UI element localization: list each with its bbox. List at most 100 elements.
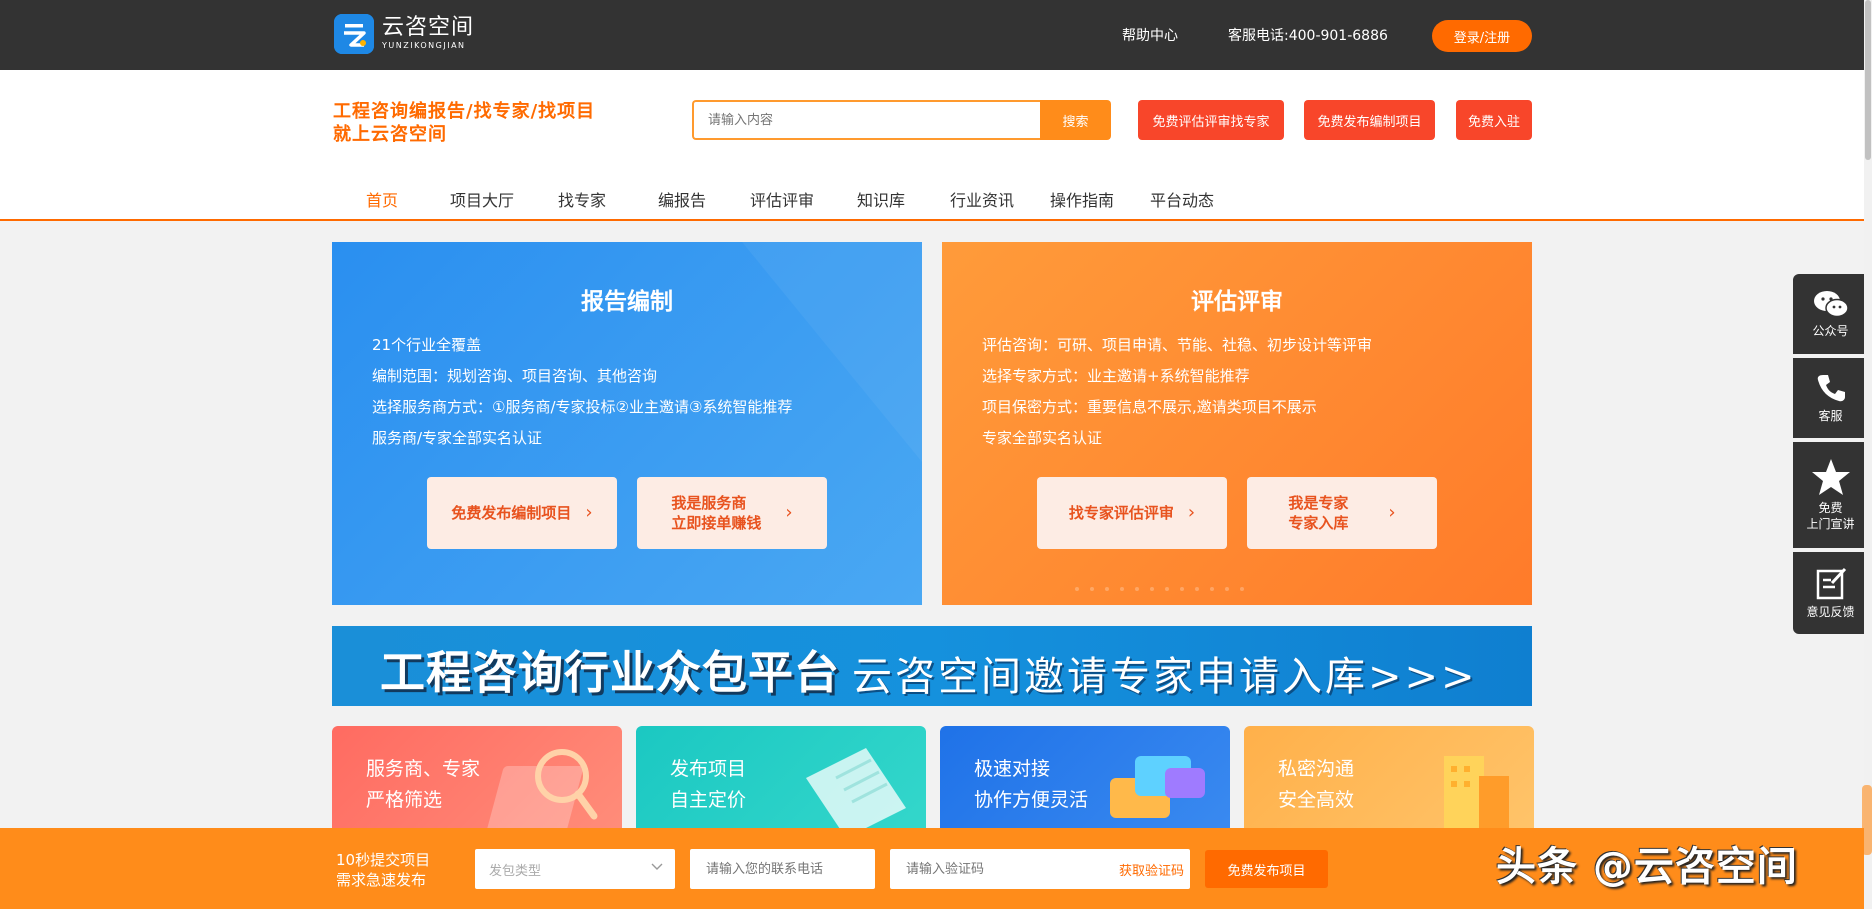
report-card-title: 报告编制 [581, 289, 673, 315]
magnifier-icon [486, 749, 598, 836]
wechat-icon [1813, 291, 1849, 318]
building-icon [1444, 756, 1509, 836]
chevron-down-icon [651, 861, 663, 877]
logo-icon [334, 14, 374, 54]
nav-home[interactable]: 首页 [366, 187, 398, 211]
feature-tile-pricing[interactable]: 发布项目 自主定价 [636, 726, 926, 836]
package-type-placeholder: 发包类型 [489, 863, 542, 879]
provider-join-line2: 立即接单赚钱 [671, 514, 762, 532]
chat-bubbles-icon [1110, 756, 1205, 818]
edit-note-icon [1816, 567, 1846, 600]
slogan-line-2: 就上云咨空间 [333, 124, 447, 145]
service-phone: 客服电话:400-901-6886 [1228, 28, 1388, 44]
find-expert-review-button[interactable]: 找专家评估评审 › [1037, 477, 1227, 549]
help-center-link[interactable]: 帮助中心 [1122, 25, 1178, 45]
chevron-right-icon: › [1388, 502, 1396, 523]
tile-line: 极速对接 [974, 758, 1051, 780]
tile-line: 安全高效 [1278, 789, 1355, 811]
nav-write-report[interactable]: 编报告 [658, 187, 706, 211]
search-box [692, 100, 1042, 140]
banner-invite-text: 云咨空间邀请专家申请入库>>> [852, 654, 1478, 700]
publish-report-button[interactable]: 免费发布编制项目 › [427, 477, 617, 549]
provider-join-line1: 我是服务商 [671, 494, 747, 512]
top-bar: 云咨空间 YUNZIKONGJIAN 帮助中心 客服电话:400-901-688… [0, 0, 1872, 70]
sidebar-feedback-label: 意见反馈 [1806, 605, 1855, 619]
tile-line: 发布项目 [670, 758, 747, 780]
expert-join-line2: 专家入库 [1288, 514, 1349, 532]
nav-platform-news[interactable]: 平台动态 [1150, 187, 1214, 211]
report-card: 报告编制 21个行业全覆盖 编制范围：规划咨询、项目咨询、其他咨询 选择服务商方… [332, 242, 922, 605]
report-card-line: 服务商/专家全部实名认证 [372, 429, 543, 447]
login-register-button[interactable]: 登录/注册 [1432, 20, 1532, 52]
sidebar-feedback[interactable]: 意见反馈 [1793, 552, 1868, 634]
chevron-right-icon: › [1187, 502, 1196, 523]
nav-project-hall[interactable]: 项目大厅 [450, 187, 514, 211]
logo-subtitle: YUNZIKONGJIAN [382, 41, 466, 50]
feature-tile-security[interactable]: 私密沟通 安全高效 [1244, 726, 1534, 836]
quick-publish-text: 10秒提交项目 需求急速发布 [336, 850, 430, 890]
package-type-select[interactable]: 发包类型 [475, 849, 675, 889]
get-code-button[interactable]: 获取验证码 [1119, 860, 1184, 879]
document-icon [806, 748, 906, 836]
scrollbar-thumb[interactable] [1865, 0, 1871, 160]
sidebar-service-label: 客服 [1818, 409, 1843, 423]
phone-input[interactable] [704, 860, 875, 878]
dots-decoration [1075, 587, 1244, 591]
review-card: 评估评审 评估咨询：可研、项目申请、节能、社稳、初步设计等评审 选择专家方式：业… [942, 242, 1532, 605]
star-icon [1811, 459, 1850, 495]
logo[interactable]: 云咨空间 YUNZIKONGJIAN [334, 14, 474, 54]
publish-report-label: 免费发布编制项目 [451, 504, 572, 522]
chevron-right-icon: › [785, 502, 793, 523]
nav-industry-news[interactable]: 行业资讯 [950, 187, 1014, 211]
watermark: 头条 @云咨空间 [1496, 844, 1798, 890]
tile-line: 严格筛选 [366, 789, 443, 811]
nav-guide[interactable]: 操作指南 [1050, 187, 1114, 211]
report-card-line: 选择服务商方式：①服务商/专家投标②业主邀请③系统智能推荐 [372, 398, 793, 416]
review-card-line: 选择专家方式：业主邀请+系统智能推荐 [982, 367, 1250, 385]
review-card-line: 专家全部实名认证 [982, 429, 1103, 447]
sidebar-free-lecture[interactable]: 免费 上门宣讲 [1793, 442, 1868, 548]
phone-field[interactable] [690, 849, 875, 889]
tile-line: 协作方便灵活 [974, 789, 1089, 811]
phone-icon [1817, 375, 1845, 402]
logo-name: 云咨空间 [382, 15, 475, 40]
free-join-button[interactable]: 免费入驻 [1456, 100, 1532, 140]
chevron-right-icon: › [585, 502, 593, 523]
sidebar-customer-service[interactable]: 客服 [1793, 358, 1868, 438]
banner-headline: 工程咨询行业众包平台 [380, 646, 841, 699]
find-expert-button[interactable]: 免费评估评审找专家 [1138, 100, 1284, 140]
review-card-line: 评估咨询：可研、项目申请、节能、社稳、初步设计等评审 [982, 336, 1373, 354]
report-card-line: 编制范围：规划咨询、项目咨询、其他咨询 [372, 367, 658, 385]
nav-review[interactable]: 评估评审 [750, 187, 814, 211]
tile-line: 自主定价 [670, 789, 747, 811]
review-card-line: 项目保密方式：重要信息不展示,邀请类项目不展示 [982, 398, 1317, 416]
search-input[interactable] [694, 102, 1042, 138]
quick-publish-line2: 需求急速发布 [336, 871, 427, 889]
expert-join-button[interactable]: 我是专家 专家入库 › [1247, 477, 1437, 549]
tile-line: 私密沟通 [1278, 758, 1355, 780]
review-card-title: 评估评审 [1191, 289, 1283, 315]
feature-tile-collaboration[interactable]: 极速对接 协作方便灵活 [940, 726, 1230, 836]
header: 工程咨询编报告/找专家/找项目 就上云咨空间 搜索 免费评估评审找专家 免费发布… [0, 70, 1864, 221]
scroll-to-top-indicator[interactable] [1862, 785, 1872, 855]
report-card-line: 21个行业全覆盖 [372, 336, 482, 354]
sidebar-free-label: 免费 [1818, 501, 1843, 515]
expert-invite-banner[interactable]: 工程咨询行业众包平台 云咨空间邀请专家申请入库>>> [332, 626, 1532, 706]
nav-find-expert[interactable]: 找专家 [558, 187, 606, 211]
slogan: 工程咨询编报告/找专家/找项目 就上云咨空间 [333, 100, 595, 146]
search-button[interactable]: 搜索 [1040, 100, 1111, 140]
nav-knowledge-base[interactable]: 知识库 [857, 187, 905, 211]
find-expert-review-label: 找专家评估评审 [1068, 504, 1174, 522]
free-publish-submit-button[interactable]: 免费发布项目 [1205, 850, 1328, 888]
provider-join-button[interactable]: 我是服务商 立即接单赚钱 › [637, 477, 827, 549]
sidebar-wechat-label: 公众号 [1812, 324, 1849, 338]
slogan-line-1: 工程咨询编报告/找专家/找项目 [333, 101, 596, 122]
feature-tile-screening[interactable]: 服务商、专家 严格筛选 [332, 726, 622, 836]
quick-publish-line1: 10秒提交项目 [336, 851, 431, 869]
verification-code-field[interactable]: 获取验证码 [890, 849, 1190, 889]
sidebar-wechat[interactable]: 公众号 [1793, 274, 1868, 354]
verification-code-input[interactable] [904, 860, 1094, 878]
expert-join-line1: 我是专家 [1288, 494, 1349, 512]
publish-project-button[interactable]: 免费发布编制项目 [1304, 100, 1435, 140]
tile-line: 服务商、专家 [366, 758, 481, 780]
